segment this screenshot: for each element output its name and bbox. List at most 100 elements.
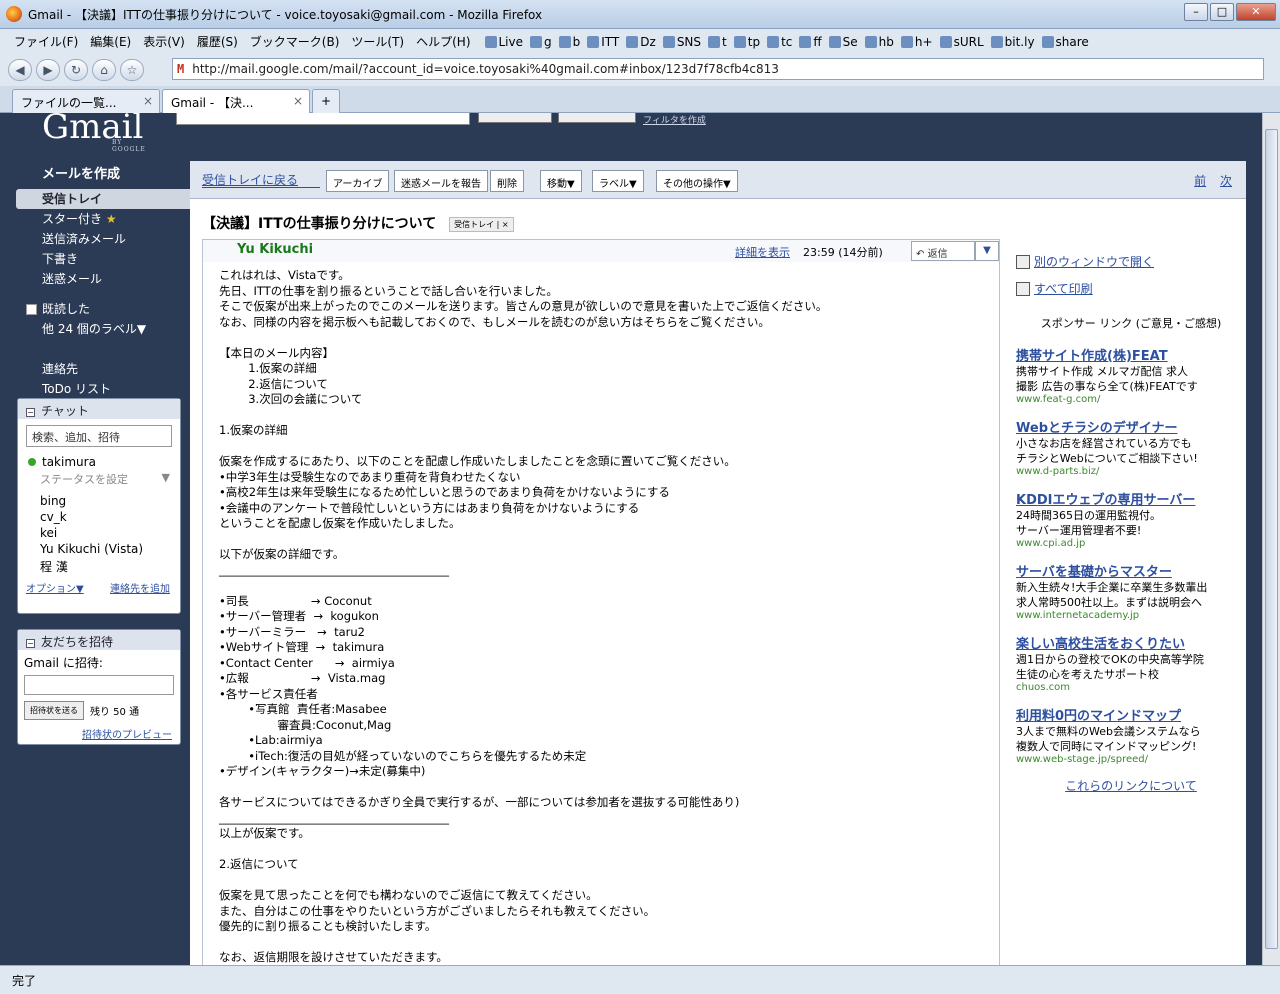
chat-header[interactable]: − チャット — [18, 399, 180, 419]
search-web-button[interactable] — [558, 113, 636, 123]
tab-file-list[interactable]: ファイルの一覧... × — [12, 89, 160, 113]
bookmark-live[interactable]: Live — [484, 35, 523, 49]
create-filter-link[interactable]: フィルタを作成 — [643, 113, 706, 126]
ad-url[interactable]: www.feat-g.com/ — [1016, 394, 1246, 405]
maximize-button[interactable]: □ — [1210, 3, 1234, 21]
close-tab-icon[interactable]: × — [143, 94, 153, 108]
menu-help[interactable]: ヘルプ(H) — [416, 33, 470, 50]
reload-icon[interactable]: ↻ — [64, 59, 88, 81]
bookmark-dz[interactable]: Dz — [626, 35, 656, 49]
bookmark-ff[interactable]: ff — [799, 35, 822, 49]
ad-title[interactable]: 携帯サイト作成(株)FEAT — [1016, 345, 1246, 364]
ad-title[interactable]: サーバを基礎からマスター — [1016, 561, 1246, 580]
bookmark-tc[interactable]: tc — [767, 35, 792, 49]
back-to-inbox-link[interactable]: 受信トレイに戻る — [202, 171, 298, 188]
close-window-button[interactable]: ✕ — [1236, 3, 1276, 21]
scrollbar-thumb[interactable] — [1265, 129, 1278, 949]
bookmark-hb[interactable]: hb — [864, 35, 894, 49]
ad-url[interactable]: www.cpi.ad.jp — [1016, 538, 1246, 549]
chat-options-link[interactable]: オプション▼ — [26, 580, 84, 595]
bookmark-share[interactable]: share — [1041, 35, 1089, 49]
chat-contact[interactable]: kei — [18, 525, 180, 541]
bookmark-star-icon[interactable]: ☆ — [120, 59, 144, 81]
open-new-window-link[interactable]: 別のウィンドウで開く — [1016, 253, 1246, 270]
about-these-links[interactable]: これらのリンクについて — [1016, 777, 1246, 794]
bookmark-surl[interactable]: sURL — [939, 35, 984, 49]
reply-options-icon[interactable]: ▼ — [975, 241, 999, 261]
invite-title: 友だちを招待 — [41, 635, 114, 649]
menu-edit[interactable]: 編集(E) — [90, 33, 131, 50]
minimize-button[interactable]: – — [1184, 3, 1208, 21]
menu-tools[interactable]: ツール(T) — [351, 33, 404, 50]
nav-label-read[interactable]: 既読した — [16, 299, 190, 319]
add-contact-link[interactable]: 連絡先を追加 — [110, 580, 170, 595]
chat-contact[interactable]: Yu Kikuchi (Vista) — [18, 541, 180, 557]
nav-inbox[interactable]: 受信トレイ — [16, 189, 190, 209]
invite-email-input[interactable] — [24, 675, 174, 695]
close-tab-icon[interactable]: × — [293, 94, 303, 108]
more-actions-button[interactable]: その他の操作▼ — [656, 170, 738, 192]
invite-preview-link[interactable]: 招待状のプレビュー — [18, 724, 180, 747]
menu-history[interactable]: 履歴(S) — [197, 33, 238, 50]
nav-tasks[interactable]: ToDo リスト — [16, 379, 190, 399]
new-tab-button[interactable]: + — [312, 89, 340, 113]
ad-title[interactable]: Webとチラシのデザイナー — [1016, 417, 1246, 436]
bookmark-bitly[interactable]: bit.ly — [990, 35, 1035, 49]
bookmark-hplus[interactable]: h+ — [900, 35, 933, 49]
bookmark-tp[interactable]: tp — [733, 35, 760, 49]
reply-button[interactable]: ↶ 返信 — [911, 241, 975, 261]
report-spam-button[interactable]: 迷惑メールを報告 — [394, 170, 488, 192]
bookmark-se[interactable]: Se — [828, 35, 858, 49]
ad-url[interactable]: chuos.com — [1016, 682, 1246, 693]
ad-title[interactable]: 利用料0円のマインドマップ — [1016, 705, 1246, 724]
bookmark-g[interactable]: g — [530, 35, 552, 49]
ad-title[interactable]: 楽しい高校生活をおくりたい — [1016, 633, 1246, 652]
chat-contact[interactable]: cv_k — [18, 509, 180, 525]
archive-button[interactable]: アーカイブ — [326, 170, 390, 192]
chat-status-select[interactable]: ステータスを設定 ▼ — [18, 471, 180, 487]
bookmark-sns[interactable]: SNS — [662, 35, 701, 49]
tab-gmail[interactable]: Gmail - 【決... × — [162, 89, 310, 113]
bookmark-t[interactable]: t — [708, 35, 727, 49]
bookmark-itt[interactable]: ITT — [587, 35, 619, 49]
nav-drafts[interactable]: 下書き — [16, 249, 190, 269]
mail-search-input[interactable] — [176, 113, 470, 125]
next-link[interactable]: 次 — [1220, 174, 1232, 188]
chat-search-input[interactable]: 検索、追加、招待 — [26, 425, 172, 447]
bookmark-b[interactable]: b — [558, 35, 580, 49]
nav-more-labels[interactable]: 他 24 個のラベル▼ — [16, 319, 190, 339]
url-bar[interactable]: M http://mail.google.com/mail/?account_i… — [172, 58, 1264, 80]
menu-bookmarks[interactable]: ブックマーク(B) — [250, 33, 340, 50]
inbox-label-chip[interactable]: 受信トレイ | × — [449, 216, 514, 232]
compose-link[interactable]: メールを作成 — [42, 163, 120, 182]
send-invite-button[interactable]: 招待状を送る — [24, 701, 84, 720]
nav-spam[interactable]: 迷惑メール — [16, 269, 190, 289]
ad-title[interactable]: KDDIエウェブの専用サーバー — [1016, 489, 1246, 508]
nav-starred[interactable]: スター付き ★ — [16, 209, 190, 229]
collapse-icon[interactable]: − — [26, 408, 35, 417]
show-details-link[interactable]: 詳細を表示 — [735, 244, 790, 260]
delete-button[interactable]: 削除 — [490, 170, 524, 192]
menu-file[interactable]: ファイル(F) — [14, 33, 78, 50]
forward-icon[interactable]: ▶ — [36, 59, 60, 81]
home-icon[interactable]: ⌂ — [92, 59, 116, 81]
search-mail-button[interactable] — [478, 113, 552, 123]
print-all-link[interactable]: すべて印刷 — [1016, 280, 1246, 297]
nav-contacts[interactable]: 連絡先 — [16, 359, 190, 379]
vertical-scrollbar[interactable] — [1262, 113, 1280, 965]
ad-url[interactable]: www.web-stage.jp/spreed/ — [1016, 754, 1246, 765]
sender-name[interactable]: Yu Kikuchi — [237, 242, 313, 257]
ad-url[interactable]: www.internetacademy.jp — [1016, 610, 1246, 621]
back-icon[interactable]: ◀ — [8, 59, 32, 81]
prev-link[interactable]: 前 — [1194, 174, 1206, 188]
nav-sent[interactable]: 送信済みメール — [16, 229, 190, 249]
invite-header[interactable]: − 友だちを招待 — [18, 630, 180, 650]
gmail-logo[interactable]: Gmail BY GOOGLE — [42, 113, 145, 153]
menu-view[interactable]: 表示(V) — [143, 33, 185, 50]
move-button[interactable]: 移動▼ — [540, 170, 582, 192]
chat-contact[interactable]: bing — [18, 493, 180, 509]
ad-url[interactable]: www.d-parts.biz/ — [1016, 466, 1246, 477]
collapse-icon[interactable]: − — [26, 639, 35, 648]
chat-contact[interactable]: 程 漢 — [18, 557, 180, 576]
labels-button[interactable]: ラベル▼ — [592, 170, 644, 192]
